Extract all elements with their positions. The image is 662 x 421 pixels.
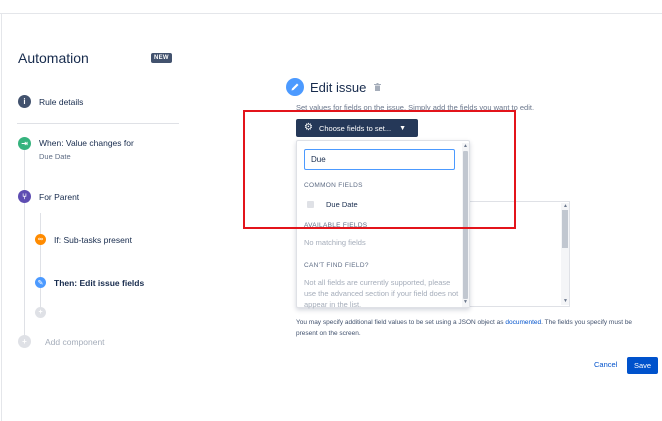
sidebar-divider <box>17 123 179 124</box>
cancel-button[interactable]: Cancel <box>594 360 617 369</box>
sidebar-item-trigger[interactable]: When: Value changes for <box>39 138 134 148</box>
pencil-icon: ✎ <box>35 277 46 288</box>
cant-find-text: Not all fields are currently supported, … <box>304 278 459 309</box>
flow-line <box>24 203 25 343</box>
red-highlight-box <box>243 110 516 229</box>
sidebar-item-condition[interactable]: If: Sub-tasks present <box>54 235 132 245</box>
documented-link[interactable]: documented <box>505 319 541 326</box>
edit-issue-icon <box>286 78 304 96</box>
pencil-glyph <box>291 83 299 91</box>
textarea-scroll-thumb[interactable] <box>562 210 568 248</box>
flow-line <box>24 149 25 191</box>
trigger-icon: ⇥ <box>18 137 31 150</box>
add-nested-icon[interactable]: + <box>35 307 46 318</box>
top-border <box>0 13 662 14</box>
sidebar-item-rule-details[interactable]: Rule details <box>39 97 83 107</box>
condition-icon: ∞ <box>35 234 46 245</box>
sidebar-item-trigger-field: Due Date <box>39 152 71 161</box>
sidebar-item-action[interactable]: Then: Edit issue fields <box>54 278 144 288</box>
new-badge: NEW <box>151 53 172 63</box>
page-title: Edit issue <box>310 80 367 95</box>
cant-find-header: CAN'T FIND FIELD? <box>304 262 369 269</box>
sidebar-item-branch[interactable]: For Parent <box>39 192 79 202</box>
trash-icon[interactable] <box>374 83 381 91</box>
add-component-icon[interactable]: + <box>18 335 31 348</box>
scroll-down-icon[interactable]: ▼ <box>463 299 468 305</box>
flow-line-nested <box>40 213 41 313</box>
left-border <box>1 13 2 421</box>
help-prefix: You may specify additional field values … <box>296 319 504 326</box>
save-button[interactable]: Save <box>627 357 658 374</box>
sidebar-title: Automation <box>18 50 89 66</box>
info-icon: i <box>18 95 31 108</box>
scroll-down-icon[interactable]: ▼ <box>563 298 568 304</box>
scroll-up-icon[interactable]: ▲ <box>563 203 568 209</box>
branch-icon: ⑂ <box>18 190 31 203</box>
no-match-text: No matching fields <box>304 238 366 247</box>
add-component-link[interactable]: Add component <box>45 337 105 347</box>
json-help-text: You may specify additional field values … <box>296 317 646 339</box>
